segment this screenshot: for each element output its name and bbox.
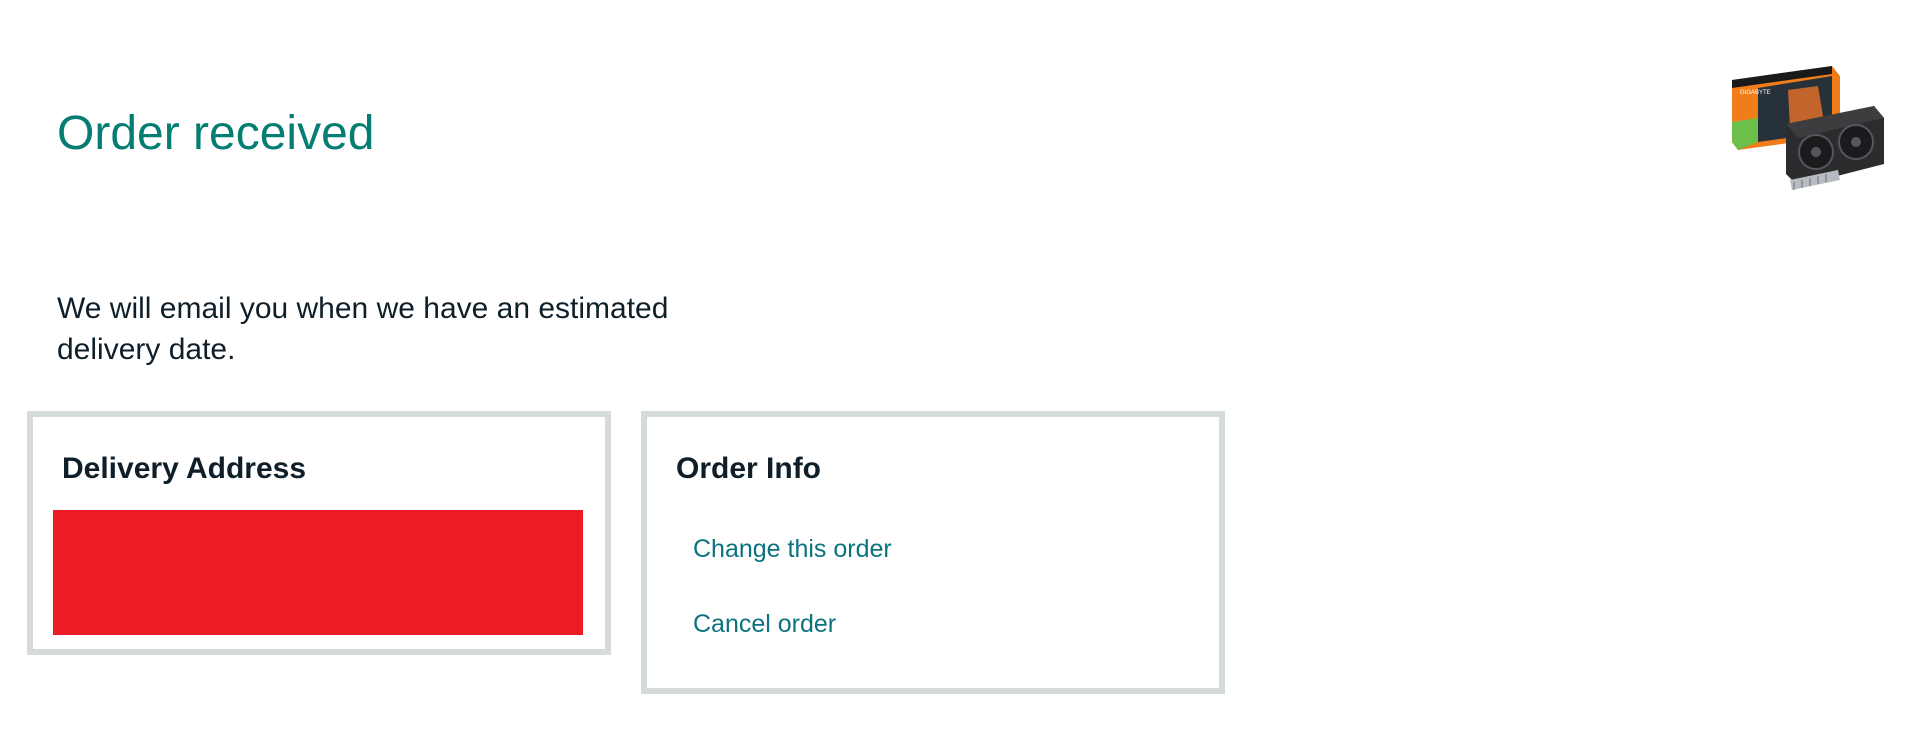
order-info-heading: Order Info <box>676 452 822 485</box>
delivery-address-heading: Delivery Address <box>62 452 307 485</box>
order-info-card: Order Info Change this order Cancel orde… <box>641 411 1225 694</box>
cancel-order-link[interactable]: Cancel order <box>693 608 836 640</box>
delivery-address-card: Delivery Address <box>27 411 611 655</box>
delivery-date-message: We will email you when we have an estima… <box>57 292 669 366</box>
page-title: Order received <box>57 107 375 160</box>
product-brand-text: GIGABYTE <box>1740 90 1771 96</box>
order-confirmation-page: Order received GIGABYTE We will email yo… <box>0 0 1920 734</box>
redacted-address-block <box>53 510 583 635</box>
change-order-link[interactable]: Change this order <box>693 533 892 565</box>
product-image: GIGABYTE <box>1732 66 1884 190</box>
